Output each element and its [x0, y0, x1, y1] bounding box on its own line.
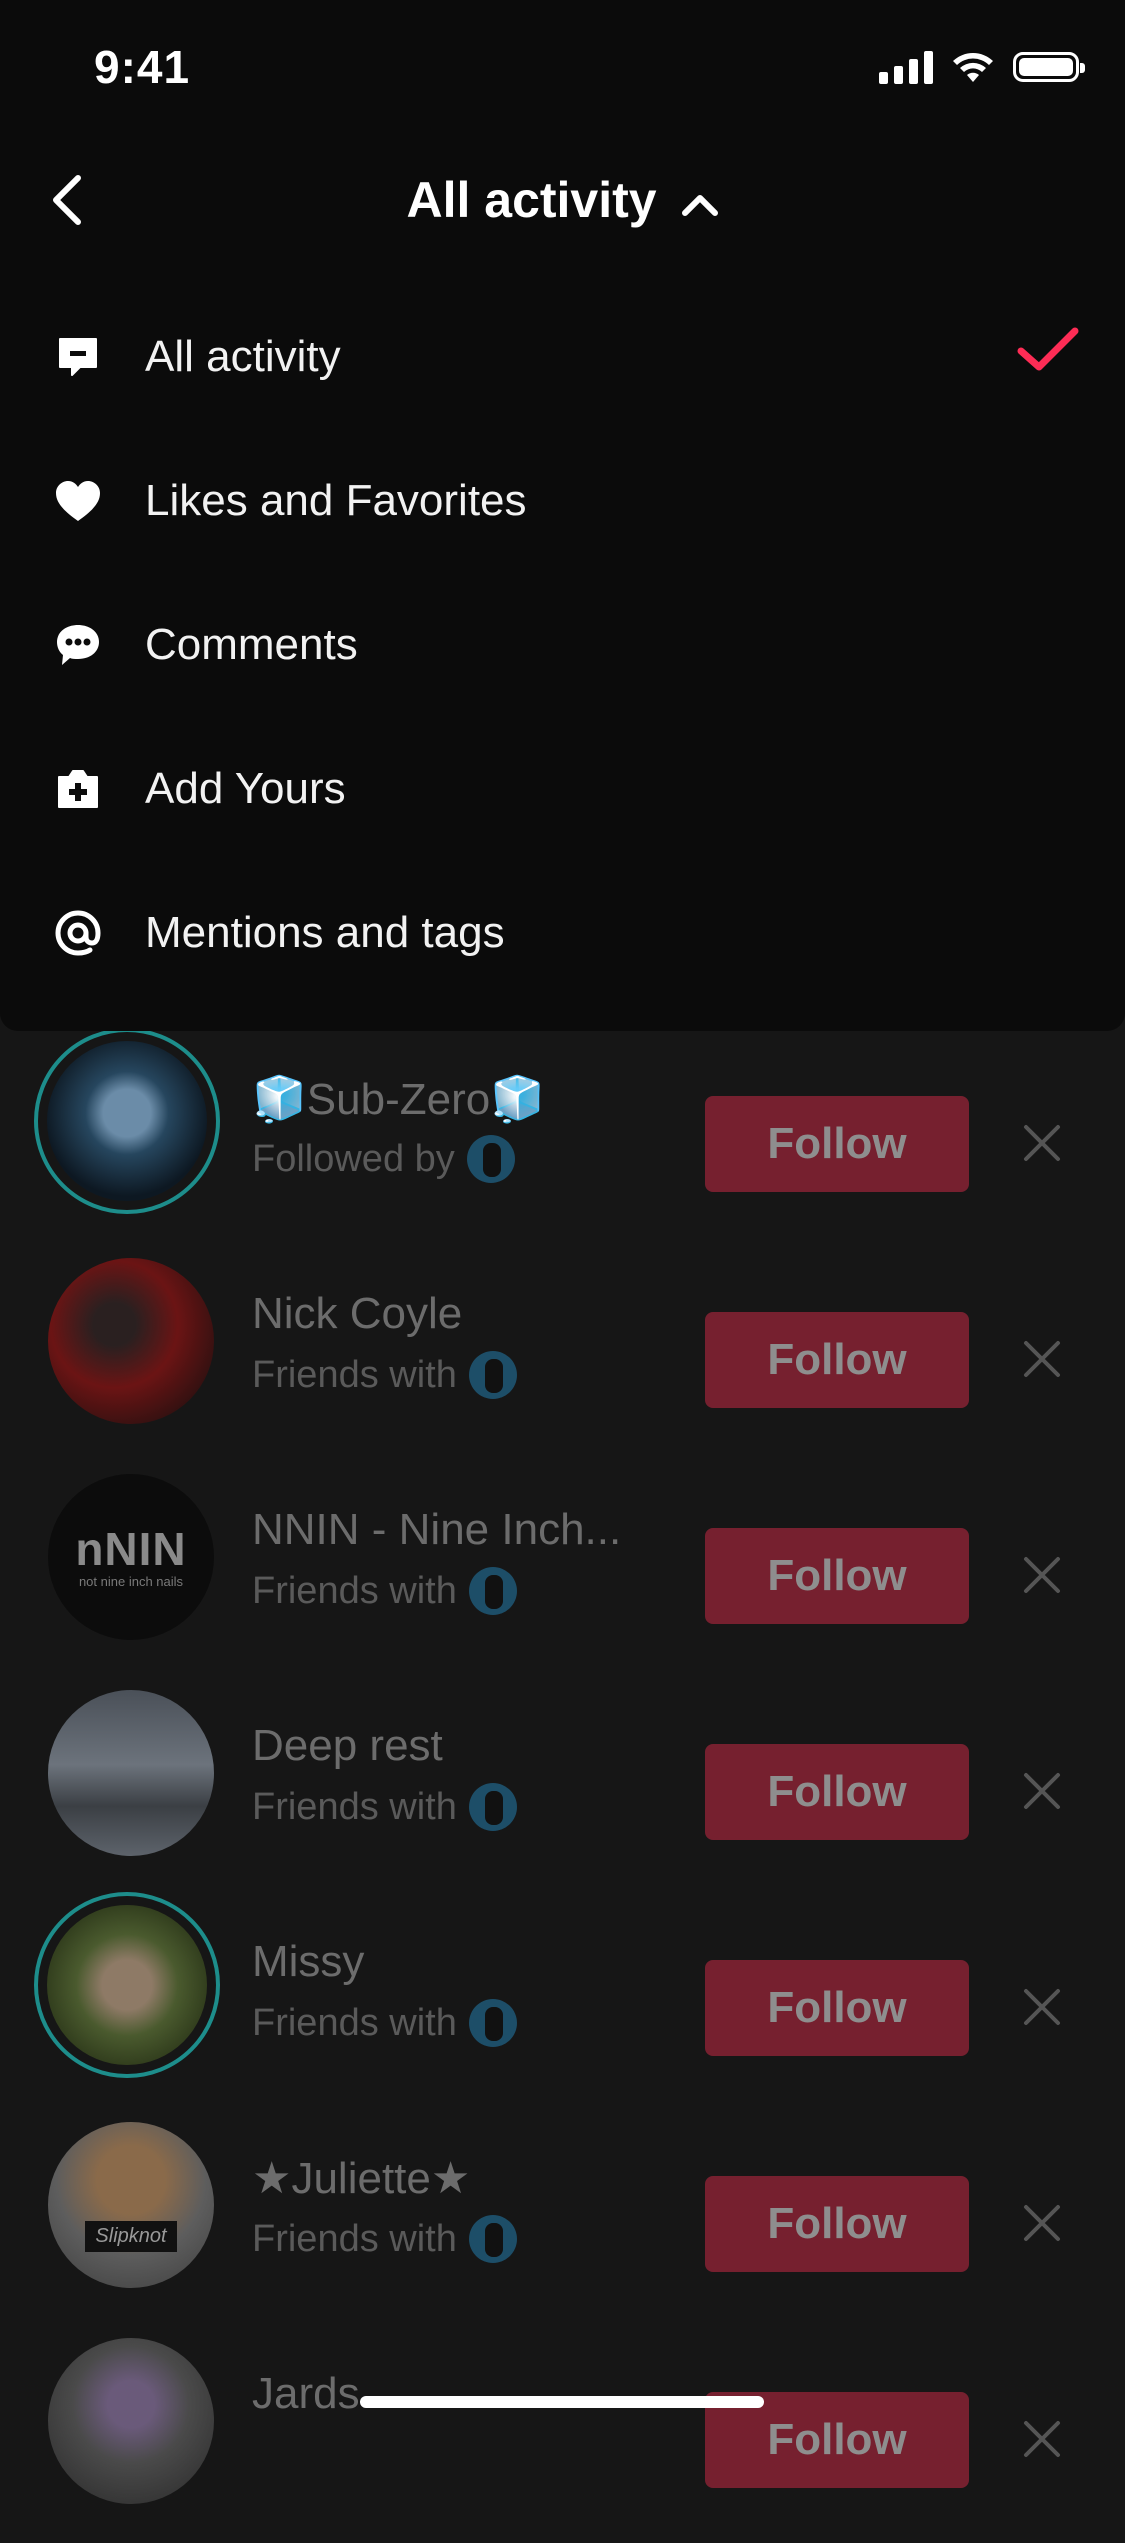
avatar[interactable]: [48, 2338, 214, 2504]
avatar[interactable]: [34, 1892, 220, 2078]
avatar-shirt-text: Slipknot: [85, 2221, 177, 2252]
status-bar: 9:41: [0, 0, 1125, 140]
avatar[interactable]: [48, 1690, 214, 1856]
status-icons: [879, 50, 1085, 84]
activity-filter-dropdown[interactable]: All activity: [0, 170, 1125, 230]
account-subtitle: Friends with: [252, 1567, 517, 1615]
menu-item-label: Likes and Favorites: [145, 476, 527, 525]
page-title: All activity: [406, 172, 657, 228]
avatar-logo-text: nNIN: [75, 1522, 187, 1575]
avatar[interactable]: Slipknot: [48, 2122, 214, 2288]
checkmark-icon: [1017, 327, 1079, 371]
avatar[interactable]: nNIN not nine inch nails: [48, 1474, 214, 1640]
heart-icon: [54, 477, 102, 525]
follow-button[interactable]: Follow: [705, 2176, 969, 2272]
account-name[interactable]: Missy: [252, 1937, 364, 1987]
account-name[interactable]: NNIN - Nine Inch...: [252, 1505, 621, 1555]
list-item: Nick Coyle Friends with Follow: [0, 1247, 1125, 1463]
account-subtitle: Friends with: [252, 1783, 517, 1831]
add-yours-icon: [54, 765, 102, 813]
comment-icon: [54, 621, 102, 669]
mutual-friend-avatar: [468, 1783, 517, 1831]
menu-item-likes-favorites[interactable]: Likes and Favorites: [0, 429, 1125, 573]
cellular-signal-icon: [879, 50, 933, 84]
follow-button[interactable]: Follow: [705, 1744, 969, 1840]
account-subtitle: Friends with: [252, 1351, 517, 1399]
account-name[interactable]: ★Juliette★: [252, 2153, 470, 2204]
mutual-friend-avatar: [466, 1135, 515, 1183]
close-icon[interactable]: [1018, 1767, 1066, 1815]
avatar[interactable]: [34, 1028, 220, 1214]
close-icon[interactable]: [1018, 1551, 1066, 1599]
close-icon[interactable]: [1018, 1983, 1066, 2031]
at-icon: [54, 909, 102, 957]
menu-item-label: Comments: [145, 620, 358, 669]
close-icon[interactable]: [1018, 1335, 1066, 1383]
close-icon[interactable]: [1018, 2199, 1066, 2247]
avatar[interactable]: [48, 1258, 214, 1424]
account-name[interactable]: Deep rest: [252, 1721, 443, 1771]
list-item: nNIN not nine inch nails NNIN - Nine Inc…: [0, 1463, 1125, 1679]
account-subtitle: Friends with: [252, 2215, 517, 2263]
notification-icon: [54, 333, 102, 381]
menu-item-label: Mentions and tags: [145, 908, 505, 957]
follow-button[interactable]: Follow: [705, 1096, 969, 1192]
close-icon[interactable]: [1018, 2415, 1066, 2463]
menu-item-add-yours[interactable]: Add Yours: [0, 717, 1125, 861]
list-item: Missy Friends with Follow: [0, 1892, 1125, 2111]
account-name[interactable]: Jards: [252, 2369, 360, 2419]
list-item: Jards Follow: [0, 2327, 1125, 2543]
menu-item-label: Add Yours: [145, 764, 346, 813]
account-subtitle: Followed by: [252, 1135, 515, 1183]
follow-button[interactable]: Follow: [705, 1312, 969, 1408]
follow-button[interactable]: Follow: [705, 1528, 969, 1624]
mutual-friend-avatar: [468, 1999, 517, 2047]
wifi-icon: [953, 53, 993, 82]
menu-item-all-activity[interactable]: All activity: [0, 285, 1125, 429]
status-time: 9:41: [94, 41, 191, 93]
menu-item-comments[interactable]: Comments: [0, 573, 1125, 717]
mutual-friend-avatar: [468, 1567, 517, 1615]
mutual-friend-avatar: [468, 2215, 517, 2263]
follow-button[interactable]: Follow: [705, 1960, 969, 2056]
mutual-friend-avatar: [468, 1351, 517, 1399]
menu-item-mentions-tags[interactable]: Mentions and tags: [0, 861, 1125, 1005]
chevron-up-icon: [681, 194, 718, 216]
avatar-caption: not nine inch nails: [78, 1573, 184, 1589]
list-item: Slipknot ★Juliette★ Friends with Follow: [0, 2111, 1125, 2327]
menu-item-label: All activity: [145, 332, 341, 381]
activity-filter-panel: All activity All activity Likes and Favo…: [0, 140, 1125, 1031]
home-indicator[interactable]: [360, 2396, 764, 2408]
battery-icon: [1013, 52, 1085, 82]
account-name[interactable]: 🧊Sub-Zero🧊: [252, 1073, 545, 1125]
list-item: 🧊Sub-Zero🧊 Followed by Follow: [0, 1028, 1125, 1247]
activity-filter-menu: All activity Likes and Favorites Comment…: [0, 285, 1125, 1005]
close-icon[interactable]: [1018, 1119, 1066, 1167]
account-subtitle: Friends with: [252, 1999, 517, 2047]
list-item: Deep rest Friends with Follow: [0, 1679, 1125, 1895]
account-name[interactable]: Nick Coyle: [252, 1289, 462, 1339]
